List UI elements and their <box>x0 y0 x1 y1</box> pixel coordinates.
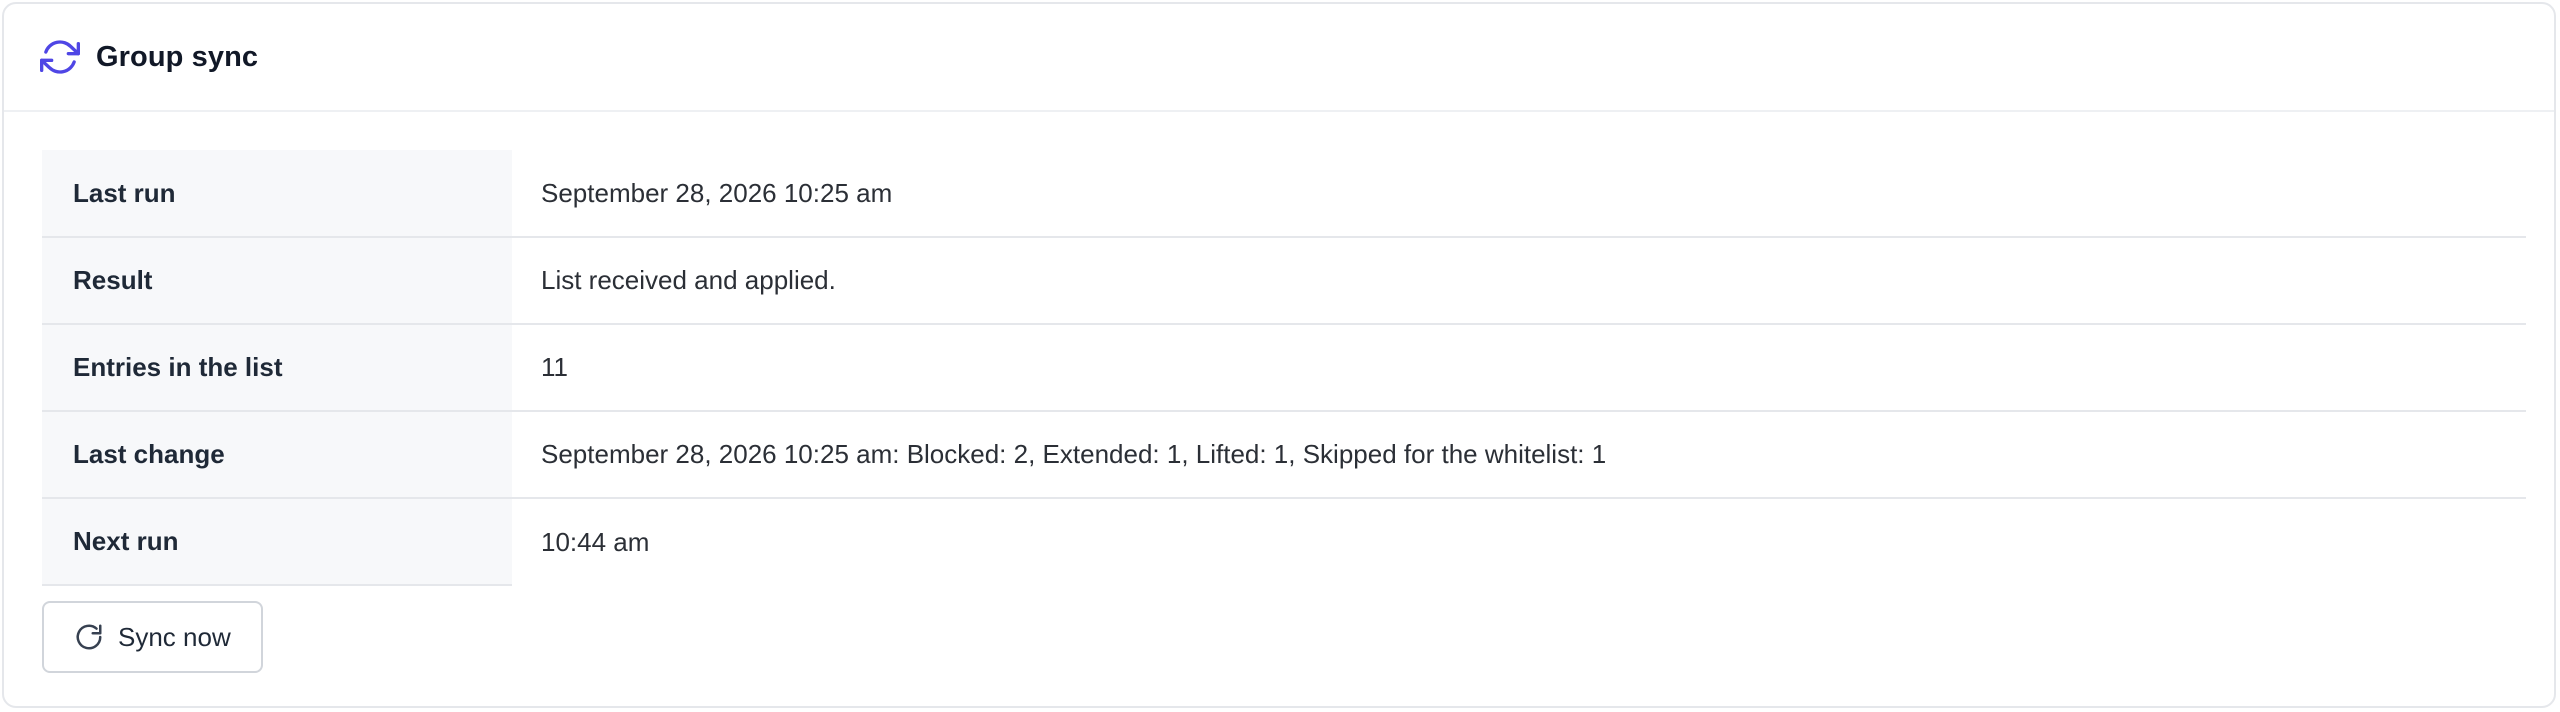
panel-title: Group sync <box>96 40 259 73</box>
panel-header: Group sync <box>4 4 2554 112</box>
panel-body: Last run September 28, 2026 10:25 am Res… <box>4 112 2554 673</box>
row-value-last-change: September 28, 2026 10:25 am: Blocked: 2,… <box>512 411 2526 499</box>
table-row: Entries in the list 11 <box>42 324 2526 412</box>
row-label-next-run: Next run <box>42 498 512 586</box>
row-label-result: Result <box>42 237 512 325</box>
table-row: Last change September 28, 2026 10:25 am:… <box>42 411 2526 499</box>
table-row: Last run September 28, 2026 10:25 am <box>42 150 2526 238</box>
row-label-entries: Entries in the list <box>42 324 512 412</box>
table-row: Result List received and applied. <box>42 237 2526 325</box>
row-value-next-run: 10:44 am <box>541 526 650 557</box>
refresh-icon <box>74 622 104 652</box>
row-label-last-run: Last run <box>42 150 512 238</box>
table-row: Next run 10:44 am <box>42 498 2526 586</box>
row-value-entries: 11 <box>512 324 2526 412</box>
sync-details-table: Last run September 28, 2026 10:25 am Res… <box>42 150 2526 586</box>
row-value-last-run: September 28, 2026 10:25 am <box>512 150 2526 238</box>
group-sync-panel: Group sync Last run September 28, 2026 1… <box>2 2 2556 708</box>
row-label-last-change: Last change <box>42 411 512 499</box>
sync-icon <box>40 37 80 77</box>
sync-now-button[interactable]: Sync now <box>42 601 263 673</box>
panel-actions: Sync now <box>42 586 2518 673</box>
row-value-result: List received and applied. <box>512 237 2526 325</box>
sync-now-label: Sync now <box>118 621 231 652</box>
